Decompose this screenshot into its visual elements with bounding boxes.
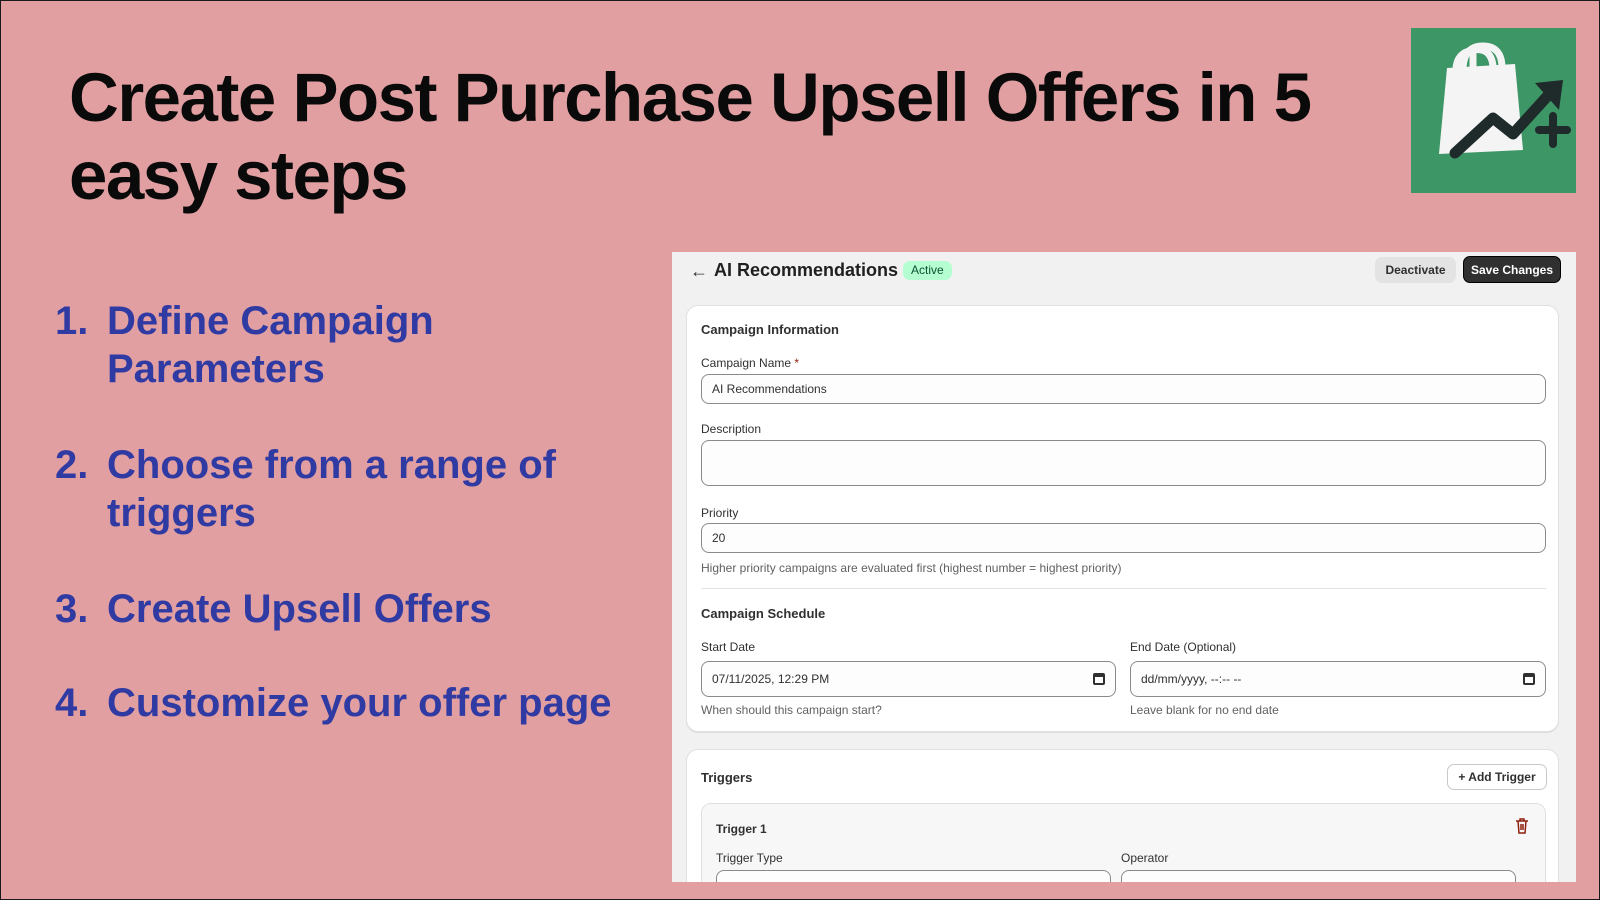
trash-icon[interactable] xyxy=(1515,818,1529,834)
end-date-value: dd/mm/yyyy, --:-- -- xyxy=(1141,672,1242,686)
step-number: 1. xyxy=(55,299,89,343)
step-item: 1. Define Campaign Parameters xyxy=(55,297,635,393)
description-label: Description xyxy=(701,422,762,436)
step-item: 4. Customize your offer page xyxy=(55,679,635,727)
trigger-item: Trigger 1 Trigger Type Operator xyxy=(701,803,1546,882)
save-changes-button[interactable]: Save Changes xyxy=(1463,256,1561,283)
trigger-title: Trigger 1 xyxy=(716,822,767,836)
shopping-bag-growth-icon xyxy=(1439,42,1571,159)
triggers-card: Triggers + Add Trigger Trigger 1 Trigger… xyxy=(686,749,1559,882)
calendar-icon[interactable] xyxy=(1523,673,1535,685)
start-date-value: 07/11/2025, 12:29 PM xyxy=(712,672,830,686)
back-arrow-icon[interactable]: ← xyxy=(690,261,708,282)
step-item: 3. Create Upsell Offers xyxy=(55,585,635,633)
headline: Create Post Purchase Upsell Offers in 5 … xyxy=(69,59,1312,214)
priority-label: Priority xyxy=(701,506,739,520)
start-date-input[interactable]: 07/11/2025, 12:29 PM xyxy=(701,661,1116,697)
step-text: Define Campaign Parameters xyxy=(107,299,434,391)
step-text: Customize your offer page xyxy=(107,681,612,725)
app-logo xyxy=(1411,28,1576,193)
section-title-campaign-information: Campaign Information xyxy=(701,322,839,337)
trigger-type-select[interactable] xyxy=(716,870,1111,882)
page-header: ← AI Recommendations Active Deactivate S… xyxy=(672,252,1576,292)
add-trigger-label: Add Trigger xyxy=(1468,770,1536,784)
description-textarea[interactable] xyxy=(701,440,1546,486)
priority-input[interactable]: 20 xyxy=(701,523,1546,553)
campaign-information-card: Campaign Information Campaign Name * AI … xyxy=(686,305,1559,732)
step-item: 2. Choose from a range of triggers xyxy=(55,441,635,537)
add-trigger-button[interactable]: + Add Trigger xyxy=(1447,764,1547,790)
step-number: 2. xyxy=(55,443,89,487)
section-title-triggers: Triggers xyxy=(701,770,753,785)
priority-help-text: Higher priority campaigns are evaluated … xyxy=(701,561,1122,575)
step-number: 4. xyxy=(55,681,89,725)
calendar-icon[interactable] xyxy=(1093,673,1105,685)
operator-label: Operator xyxy=(1121,851,1169,865)
required-marker: * xyxy=(794,356,800,370)
step-number: 3. xyxy=(55,587,89,631)
end-date-help-text: Leave blank for no end date xyxy=(1130,703,1279,717)
campaign-name-label: Campaign Name * xyxy=(701,356,800,370)
page-title: AI Recommendations xyxy=(714,260,899,280)
start-date-label: Start Date xyxy=(701,640,756,654)
section-title-campaign-schedule: Campaign Schedule xyxy=(701,606,826,621)
step-text: Choose from a range of triggers xyxy=(107,443,556,535)
campaign-name-input[interactable]: AI Recommendations xyxy=(701,374,1546,404)
section-divider xyxy=(701,588,1546,589)
status-badge: Active xyxy=(903,261,952,280)
end-date-input[interactable]: dd/mm/yyyy, --:-- -- xyxy=(1130,661,1546,697)
trigger-type-label: Trigger Type xyxy=(716,851,783,865)
operator-select[interactable] xyxy=(1121,870,1516,882)
step-text: Create Upsell Offers xyxy=(107,587,492,631)
plus-icon: + xyxy=(1458,770,1469,784)
campaign-editor-screenshot: ← AI Recommendations Active Deactivate S… xyxy=(672,252,1576,882)
start-date-help-text: When should this campaign start? xyxy=(701,703,882,717)
end-date-label: End Date (Optional) xyxy=(1130,640,1237,654)
steps-list: 1. Define Campaign Parameters 2. Choose … xyxy=(55,297,635,775)
deactivate-button[interactable]: Deactivate xyxy=(1375,257,1456,283)
